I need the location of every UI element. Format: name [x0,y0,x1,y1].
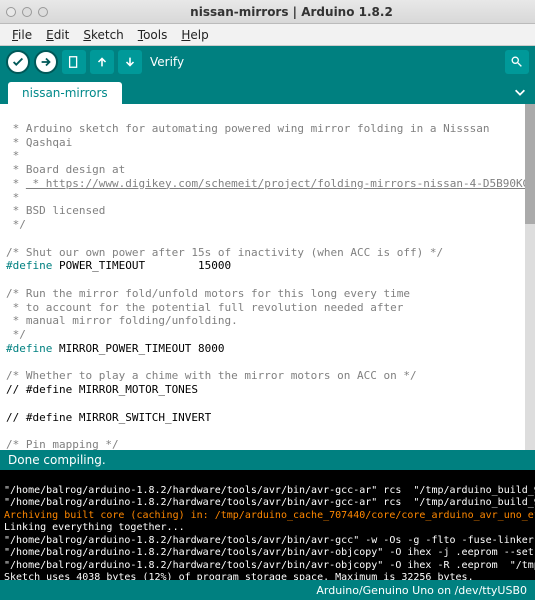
arrow-right-icon [39,55,53,69]
menu-help[interactable]: Help [175,26,214,44]
tab-menu-icon[interactable] [513,85,527,99]
code-line: * [6,149,19,162]
code-line: * BSD licensed [6,204,105,217]
file-icon [67,55,81,69]
window-titlebar: nissan-mirrors | Arduino 1.8.2 [0,0,535,24]
toolbar-action-label: Verify [150,55,184,69]
console-output[interactable]: "/home/balrog/arduino-1.8.2/hardware/too… [0,470,535,580]
code-line: * Board design at [6,163,125,176]
open-button[interactable] [90,50,114,74]
menu-sketch[interactable]: Sketch [77,26,129,44]
menu-tools[interactable]: Tools [132,26,174,44]
code-line: */ [6,328,26,341]
console-line: Archiving built core (caching) in: /tmp/… [4,510,535,521]
console-line: "/home/balrog/arduino-1.8.2/hardware/too… [4,485,535,496]
console-line: Linking everything together... [4,522,185,533]
tab-bar: nissan-mirrors [0,78,535,104]
code-line: /* Whether to play a chime with the mirr… [6,369,417,382]
code-editor[interactable]: * Arduino sketch for automating powered … [0,104,535,450]
code-line: * manual mirror folding/unfolding. [6,314,238,327]
code-line: #define MIRROR_POWER_TIMEOUT 8000 [6,342,225,355]
code-line: * to account for the potential full revo… [6,301,403,314]
board-port-text: Arduino/Genuino Uno on /dev/ttyUSB0 [316,584,527,597]
verify-button[interactable] [6,50,30,74]
toolbar: Verify [0,46,535,78]
editor-scroll-thumb[interactable] [525,104,535,224]
check-icon [11,55,25,69]
arrow-up-icon [95,55,109,69]
console-line: "/home/balrog/arduino-1.8.2/hardware/too… [4,497,535,508]
code-line: #define POWER_TIMEOUT 15000 [6,259,231,272]
code-line: /* Run the mirror fold/unfold motors for… [6,287,410,300]
window-title: nissan-mirrors | Arduino 1.8.2 [54,5,529,19]
window-maximize-button[interactable] [38,7,48,17]
tab-active[interactable]: nissan-mirrors [8,82,122,104]
code-line: /* Shut our own power after 15s of inact… [6,246,443,259]
status-bar: Done compiling. [0,450,535,470]
serial-monitor-icon [510,55,524,69]
console-line: "/home/balrog/arduino-1.8.2/hardware/too… [4,547,535,558]
status-text: Done compiling. [8,453,106,467]
menu-file[interactable]: File [6,26,38,44]
window-minimize-button[interactable] [22,7,32,17]
code-line: * Arduino sketch for automating powered … [6,122,489,135]
upload-button[interactable] [34,50,58,74]
console-line: "/home/balrog/arduino-1.8.2/hardware/too… [4,560,535,571]
code-line: * Qashqai [6,136,72,149]
console-line: "/home/balrog/arduino-1.8.2/hardware/too… [4,535,535,546]
console-line: Sketch uses 4038 bytes (12%) of program … [4,572,474,580]
code-line: // #define MIRROR_MOTOR_TONES [6,383,198,396]
arrow-down-icon [123,55,137,69]
code-line: /* Pin mapping */ [6,438,119,450]
code-line: // #define MIRROR_SWITCH_INVERT [6,411,211,424]
code-line: */ [6,218,26,231]
save-button[interactable] [118,50,142,74]
editor-scrollbar[interactable] [525,104,535,450]
serial-monitor-button[interactable] [505,50,529,74]
code-line: * * https://www.digikey.com/schemeit/pro… [6,177,535,190]
window-close-button[interactable] [6,7,16,17]
code-line: * [6,191,19,204]
footer-bar: Arduino/Genuino Uno on /dev/ttyUSB0 [0,580,535,600]
menu-edit[interactable]: Edit [40,26,75,44]
menu-bar: File Edit Sketch Tools Help [0,24,535,46]
new-button[interactable] [62,50,86,74]
